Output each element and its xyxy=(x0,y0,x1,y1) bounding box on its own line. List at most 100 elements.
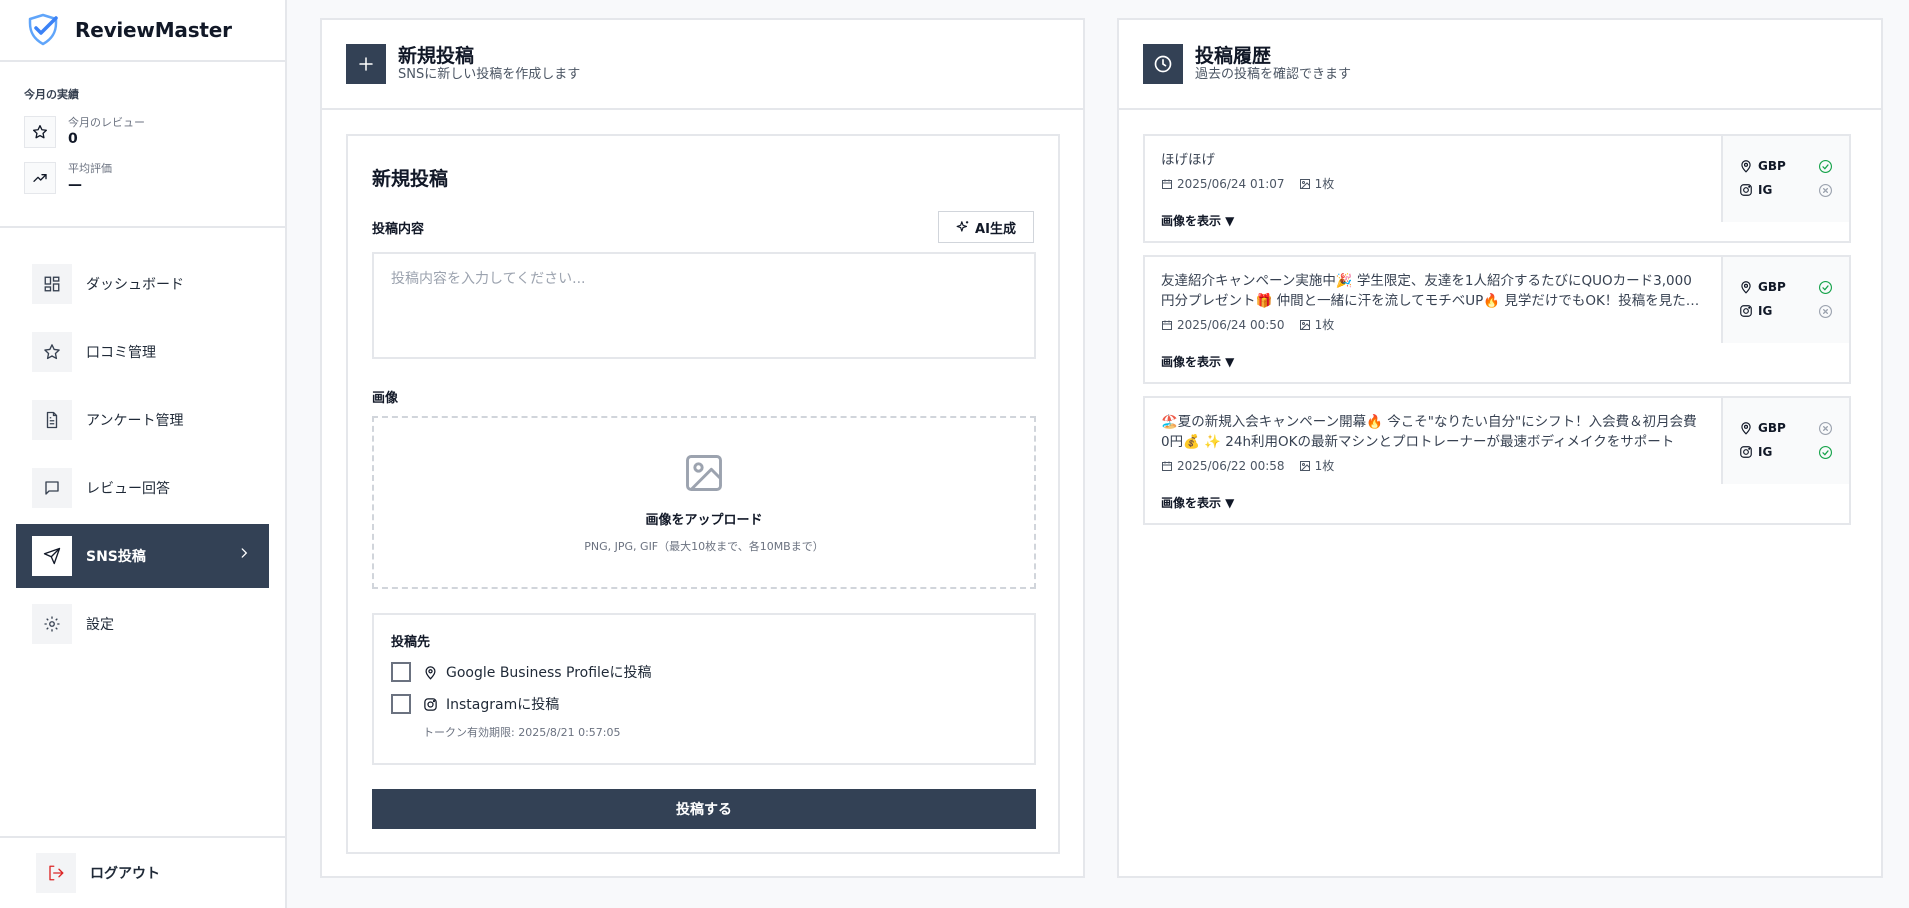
image-count-icon xyxy=(1299,460,1315,472)
history-title: 投稿履歴 xyxy=(1195,45,1272,67)
new-post-form: 新規投稿 投稿内容 AI生成 画像 画像をアップロード PNG, JPG, GI… xyxy=(346,134,1060,854)
instagram-icon xyxy=(424,697,437,711)
instagram-icon xyxy=(1739,445,1753,459)
stat-rating: 平均評価 — xyxy=(24,162,285,194)
platform-ig: IG xyxy=(1758,445,1773,459)
map-pin-icon xyxy=(1739,159,1753,173)
ai-generate-label: AI生成 xyxy=(975,221,1016,237)
post-targets: 投稿先 Google Business Profileに投稿 Instagram… xyxy=(372,613,1036,765)
sidebar-nav: ダッシュボード 口コミ管理 アンケート管理 レビュー回答 SNS投稿 設定 xyxy=(0,228,285,656)
star-icon xyxy=(24,116,56,148)
post-text: 🏖️夏の新規入会キャンペーン開幕🔥 今こそ"なりたい自分"にシフト！入会費＆初月… xyxy=(1161,414,1697,450)
show-images-toggle[interactable]: 画像を表示 ▼ xyxy=(1161,494,1705,511)
sidebar-item-settings[interactable]: 設定 xyxy=(16,592,269,656)
sidebar-item-label: アンケート管理 xyxy=(86,413,184,429)
sidebar-item-label: SNS投稿 xyxy=(86,549,146,565)
logout-button[interactable]: ログアウト xyxy=(0,836,285,908)
message-icon xyxy=(32,468,72,508)
post-history-panel: 投稿履歴 過去の投稿を確認できます ほげほげ 2025/06/24 01:07 1枚… xyxy=(1117,18,1883,878)
post-date: 2025/06/22 00:58 xyxy=(1177,458,1285,473)
image-count-icon xyxy=(1299,319,1315,331)
target-gbp: Google Business Profileに投稿 xyxy=(391,662,1017,682)
calendar-icon xyxy=(1161,319,1177,331)
post-content-input[interactable] xyxy=(372,252,1036,359)
check-circle-icon xyxy=(1818,445,1833,460)
check-circle-icon xyxy=(1818,280,1833,295)
show-images-toggle[interactable]: 画像を表示 ▼ xyxy=(1161,212,1705,229)
post-image-count: 1枚 xyxy=(1314,177,1335,191)
instagram-icon xyxy=(1739,183,1753,197)
gear-icon xyxy=(32,604,72,644)
platform-gbp: GBP xyxy=(1758,421,1786,435)
post-image-count: 1枚 xyxy=(1314,459,1335,473)
post-platform-status: GBP IG xyxy=(1721,398,1849,484)
image-label: 画像 xyxy=(372,391,399,406)
platform-ig: IG xyxy=(1758,183,1773,197)
dashboard-icon xyxy=(32,264,72,304)
sidebar-item-label: 設定 xyxy=(86,617,114,633)
post-platform-status: GBP IG xyxy=(1721,257,1849,343)
new-post-panel: 新規投稿 SNSに新しい投稿を作成します 新規投稿 投稿内容 AI生成 画像 画… xyxy=(320,18,1085,878)
map-pin-icon xyxy=(1739,421,1753,435)
history-list: ほげほげ 2025/06/24 01:07 1枚 画像を表示 ▼ GBP IG 友達紹介キャ… xyxy=(1143,134,1851,537)
map-pin-icon xyxy=(425,665,436,680)
clock-icon xyxy=(1143,44,1183,84)
star-icon xyxy=(32,332,72,372)
document-icon xyxy=(32,400,72,440)
stat-reviews-value: 0 xyxy=(68,131,78,147)
upload-hint: PNG, JPG, GIF（最大10枚まで、各10MBまで） xyxy=(584,540,824,553)
send-icon xyxy=(32,536,72,576)
logout-icon xyxy=(36,853,76,893)
image-icon xyxy=(686,455,722,491)
history-post-card: 友達紹介キャンペーン実施中🎉 学生限定、友達を1人紹介するたびにQUOカード3,… xyxy=(1143,255,1851,384)
stat-rating-label: 平均評価 xyxy=(68,162,112,175)
sidebar: ReviewMaster 今月の実績 今月のレビュー 0 平均評価 — ダッシュ… xyxy=(0,0,287,908)
post-date: 2025/06/24 00:50 xyxy=(1177,317,1285,332)
image-upload-dropzone[interactable]: 画像をアップロード PNG, JPG, GIF（最大10枚まで、各10MBまで） xyxy=(372,416,1036,589)
brand[interactable]: ReviewMaster xyxy=(0,0,285,62)
show-images-toggle[interactable]: 画像を表示 ▼ xyxy=(1161,353,1705,370)
sidebar-item-reviews[interactable]: 口コミ管理 xyxy=(16,320,269,384)
platform-ig: IG xyxy=(1758,304,1773,318)
calendar-icon xyxy=(1161,178,1177,190)
image-count-icon xyxy=(1299,178,1315,190)
post-text: 友達紹介キャンペーン実施中🎉 学生限定、友達を1人紹介するたびにQUOカード3,… xyxy=(1161,273,1700,309)
monthly-stats: 今月の実績 今月のレビュー 0 平均評価 — xyxy=(0,62,285,228)
platform-gbp: GBP xyxy=(1758,159,1786,173)
upload-title: 画像をアップロード xyxy=(645,513,763,528)
sidebar-item-sns-post[interactable]: SNS投稿 xyxy=(16,524,269,588)
chevron-right-icon xyxy=(241,548,248,558)
new-post-header: 新規投稿 SNSに新しい投稿を作成します xyxy=(322,20,1083,110)
history-subtitle: 過去の投稿を確認できます xyxy=(1195,67,1352,82)
target-instagram: Instagramに投稿 xyxy=(391,694,1017,714)
stat-reviews: 今月のレビュー 0 xyxy=(24,116,285,148)
stats-title: 今月の実績 xyxy=(24,88,79,101)
sidebar-item-review-replies[interactable]: レビュー回答 xyxy=(16,456,269,520)
trending-up-icon xyxy=(24,162,56,194)
instagram-label: Instagramに投稿 xyxy=(446,697,560,713)
sidebar-item-surveys[interactable]: アンケート管理 xyxy=(16,388,269,452)
history-header: 投稿履歴 過去の投稿を確認できます xyxy=(1119,20,1881,110)
form-title: 新規投稿 xyxy=(372,168,449,190)
plus-icon xyxy=(346,44,386,84)
x-circle-icon xyxy=(1818,304,1833,319)
x-circle-icon xyxy=(1818,421,1833,436)
submit-post-button[interactable]: 投稿する xyxy=(372,789,1036,829)
sidebar-item-dashboard[interactable]: ダッシュボード xyxy=(16,252,269,316)
check-circle-icon xyxy=(1818,159,1833,174)
new-post-title: 新規投稿 xyxy=(398,45,475,67)
instagram-icon xyxy=(1739,304,1753,318)
logout-label: ログアウト xyxy=(90,866,160,882)
ai-generate-button[interactable]: AI生成 xyxy=(938,211,1034,243)
targets-title: 投稿先 xyxy=(391,635,431,650)
gbp-checkbox[interactable] xyxy=(391,662,411,682)
calendar-icon xyxy=(1161,460,1177,472)
stat-rating-value: — xyxy=(68,177,82,193)
platform-gbp: GBP xyxy=(1758,280,1786,294)
post-date: 2025/06/24 01:07 xyxy=(1177,176,1285,191)
post-image-count: 1枚 xyxy=(1314,318,1335,332)
sidebar-item-label: レビュー回答 xyxy=(86,481,170,497)
logo-icon xyxy=(28,13,58,46)
instagram-checkbox[interactable] xyxy=(391,694,411,714)
post-text: ほげほげ xyxy=(1161,152,1215,168)
